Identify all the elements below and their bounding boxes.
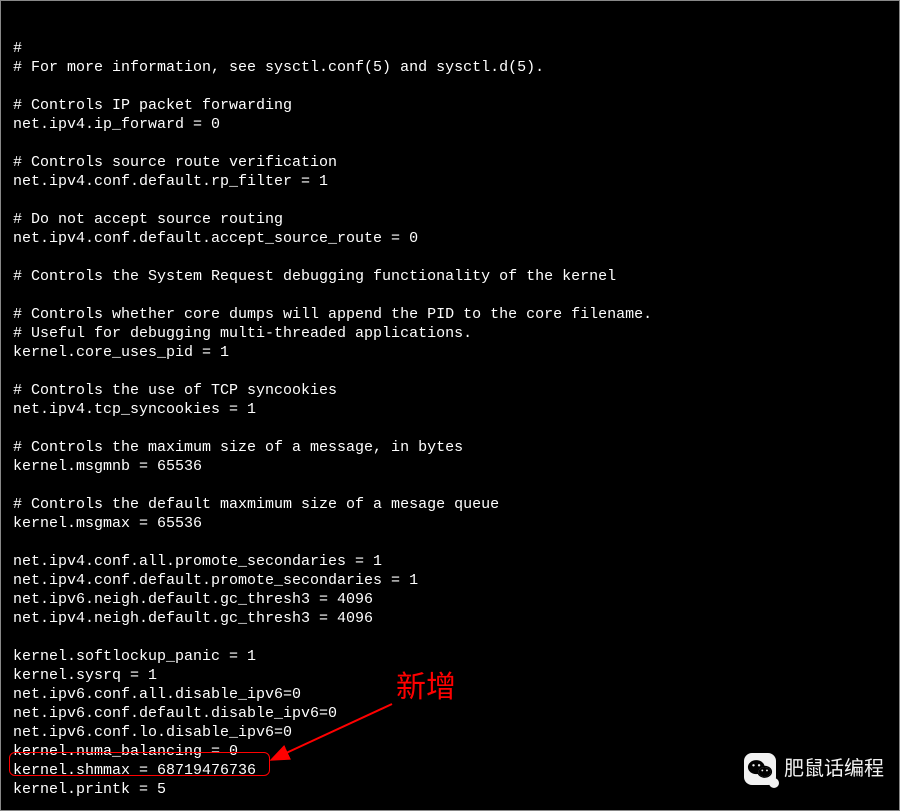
terminal-line[interactable]: # Controls whether core dumps will appen… xyxy=(13,305,899,324)
terminal-line[interactable] xyxy=(13,628,899,647)
terminal-line[interactable]: # Controls the maximum size of a message… xyxy=(13,438,899,457)
terminal-line[interactable]: # Useful for debugging multi-threaded ap… xyxy=(13,324,899,343)
terminal-line[interactable]: net.ipv4.conf.default.promote_secondarie… xyxy=(13,571,899,590)
terminal-line[interactable]: kernel.softlockup_panic = 1 xyxy=(13,647,899,666)
terminal-line[interactable]: # xyxy=(13,39,899,58)
terminal-line[interactable]: # Do not accept source routing xyxy=(13,210,899,229)
terminal-line[interactable]: # Controls IP packet forwarding xyxy=(13,96,899,115)
terminal-line[interactable]: net.ipv4.neigh.default.gc_thresh3 = 4096 xyxy=(13,609,899,628)
terminal-window[interactable]: ## For more information, see sysctl.conf… xyxy=(0,0,900,811)
terminal-line[interactable] xyxy=(13,191,899,210)
terminal-line[interactable] xyxy=(13,533,899,552)
terminal-line[interactable]: net.ipv6.conf.default.disable_ipv6=0 xyxy=(13,704,899,723)
terminal-line[interactable]: net.ipv6.neigh.default.gc_thresh3 = 4096 xyxy=(13,590,899,609)
terminal-line[interactable]: net.ipv4.conf.default.rp_filter = 1 xyxy=(13,172,899,191)
terminal-line[interactable]: net.ipv4.conf.default.accept_source_rout… xyxy=(13,229,899,248)
terminal-line[interactable] xyxy=(13,476,899,495)
terminal-line[interactable]: # Controls the default maxmimum size of … xyxy=(13,495,899,514)
terminal-line[interactable] xyxy=(13,419,899,438)
terminal-line[interactable]: kernel.msgmnb = 65536 xyxy=(13,457,899,476)
terminal-line[interactable] xyxy=(13,77,899,96)
terminal-line[interactable]: kernel.printk = 5 xyxy=(13,780,899,799)
terminal-line[interactable]: # Controls source route verification xyxy=(13,153,899,172)
terminal-line[interactable]: kernel.core_uses_pid = 1 xyxy=(13,343,899,362)
terminal-line[interactable]: kernel.msgmax = 65536 xyxy=(13,514,899,533)
terminal-line[interactable] xyxy=(13,362,899,381)
terminal-line[interactable] xyxy=(13,286,899,305)
terminal-line[interactable]: net.ipv4.ip_forward = 0 xyxy=(13,115,899,134)
terminal-line[interactable]: # Controls the use of TCP syncookies xyxy=(13,381,899,400)
terminal-line[interactable]: kernel.shmmax = 68719476736 xyxy=(13,761,899,780)
terminal-line[interactable]: # Controls the System Request debugging … xyxy=(13,267,899,286)
terminal-line[interactable]: net.ipv4.conf.all.promote_secondaries = … xyxy=(13,552,899,571)
terminal-line[interactable]: net.ipv6.conf.lo.disable_ipv6=0 xyxy=(13,723,899,742)
terminal-line[interactable]: kernel.numa_balancing = 0 xyxy=(13,742,899,761)
terminal-line[interactable]: kernel.sysrq = 1 xyxy=(13,666,899,685)
file-content[interactable]: ## For more information, see sysctl.conf… xyxy=(13,39,899,799)
terminal-line[interactable] xyxy=(13,248,899,267)
terminal-line[interactable] xyxy=(13,134,899,153)
terminal-line[interactable]: net.ipv4.tcp_syncookies = 1 xyxy=(13,400,899,419)
terminal-line[interactable]: # For more information, see sysctl.conf(… xyxy=(13,58,899,77)
terminal-line[interactable]: net.ipv6.conf.all.disable_ipv6=0 xyxy=(13,685,899,704)
